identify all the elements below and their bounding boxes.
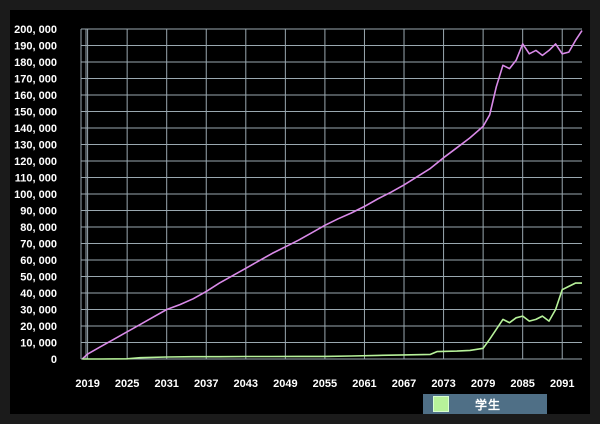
chart-panel: 0 10, 000 20, 000 30, 000 40, 000 50, 000 60, … xyxy=(10,10,590,414)
y-tick-label: 50, 000 xyxy=(20,272,57,284)
chart-frame: 0 10, 000 20, 000 30, 000 40, 000 50, 000 60, … xyxy=(0,0,600,424)
legend-label-students: 学生 xyxy=(475,397,502,412)
legend-swatch-students xyxy=(433,396,449,412)
x-tick-label: 2043 xyxy=(234,378,258,390)
y-tick-label: 130, 000 xyxy=(14,140,57,152)
x-tick-label: 2091 xyxy=(550,378,574,390)
y-tick-label: 160, 000 xyxy=(14,90,57,102)
x-tick-label: 2061 xyxy=(352,378,376,390)
y-axis-tick-labels: 0 10, 000 20, 000 30, 000 40, 000 50, 000 60, … xyxy=(14,24,57,366)
legend: 学生 xyxy=(423,394,547,414)
x-tick-label: 2049 xyxy=(273,378,297,390)
y-tick-label: 40, 000 xyxy=(20,288,57,300)
x-tick-label: 2031 xyxy=(154,378,178,390)
y-tick-label: 60, 000 xyxy=(20,255,57,267)
y-tick-label: 20, 000 xyxy=(20,321,57,333)
y-tick-label: 70, 000 xyxy=(20,239,57,251)
y-tick-label: 140, 000 xyxy=(14,123,57,135)
x-tick-label: 2037 xyxy=(194,378,218,390)
y-tick-label: 100, 000 xyxy=(14,189,57,201)
x-axis-tick-labels: 2019 2025 2031 2037 2043 2049 2055 2061 2067 2073… xyxy=(75,378,574,390)
y-tick-label: 90, 000 xyxy=(20,206,57,218)
y-tick-label: 0 xyxy=(51,354,57,366)
series-line-students xyxy=(82,282,582,360)
y-tick-label: 200, 000 xyxy=(14,24,57,36)
x-tick-label: 2067 xyxy=(392,378,416,390)
y-tick-label: 150, 000 xyxy=(14,107,57,119)
y-tick-label: 80, 000 xyxy=(20,222,57,234)
y-tick-label: 190, 000 xyxy=(14,41,57,53)
grid-lines xyxy=(80,28,582,360)
y-tick-label: 30, 000 xyxy=(20,305,57,317)
x-tick-label: 2055 xyxy=(313,378,337,390)
y-tick-label: 120, 000 xyxy=(14,156,57,168)
x-tick-label: 2019 xyxy=(75,378,99,390)
x-tick-label: 2085 xyxy=(510,378,534,390)
x-tick-label: 2073 xyxy=(431,378,455,390)
line-chart: 0 10, 000 20, 000 30, 000 40, 000 50, 000 60, … xyxy=(14,24,583,390)
x-tick-label: 2079 xyxy=(471,378,495,390)
y-tick-label: 170, 000 xyxy=(14,74,57,86)
y-tick-label: 180, 000 xyxy=(14,57,57,69)
y-tick-label: 10, 000 xyxy=(20,338,57,350)
y-tick-label: 110, 000 xyxy=(15,173,57,185)
x-tick-label: 2025 xyxy=(115,378,139,390)
